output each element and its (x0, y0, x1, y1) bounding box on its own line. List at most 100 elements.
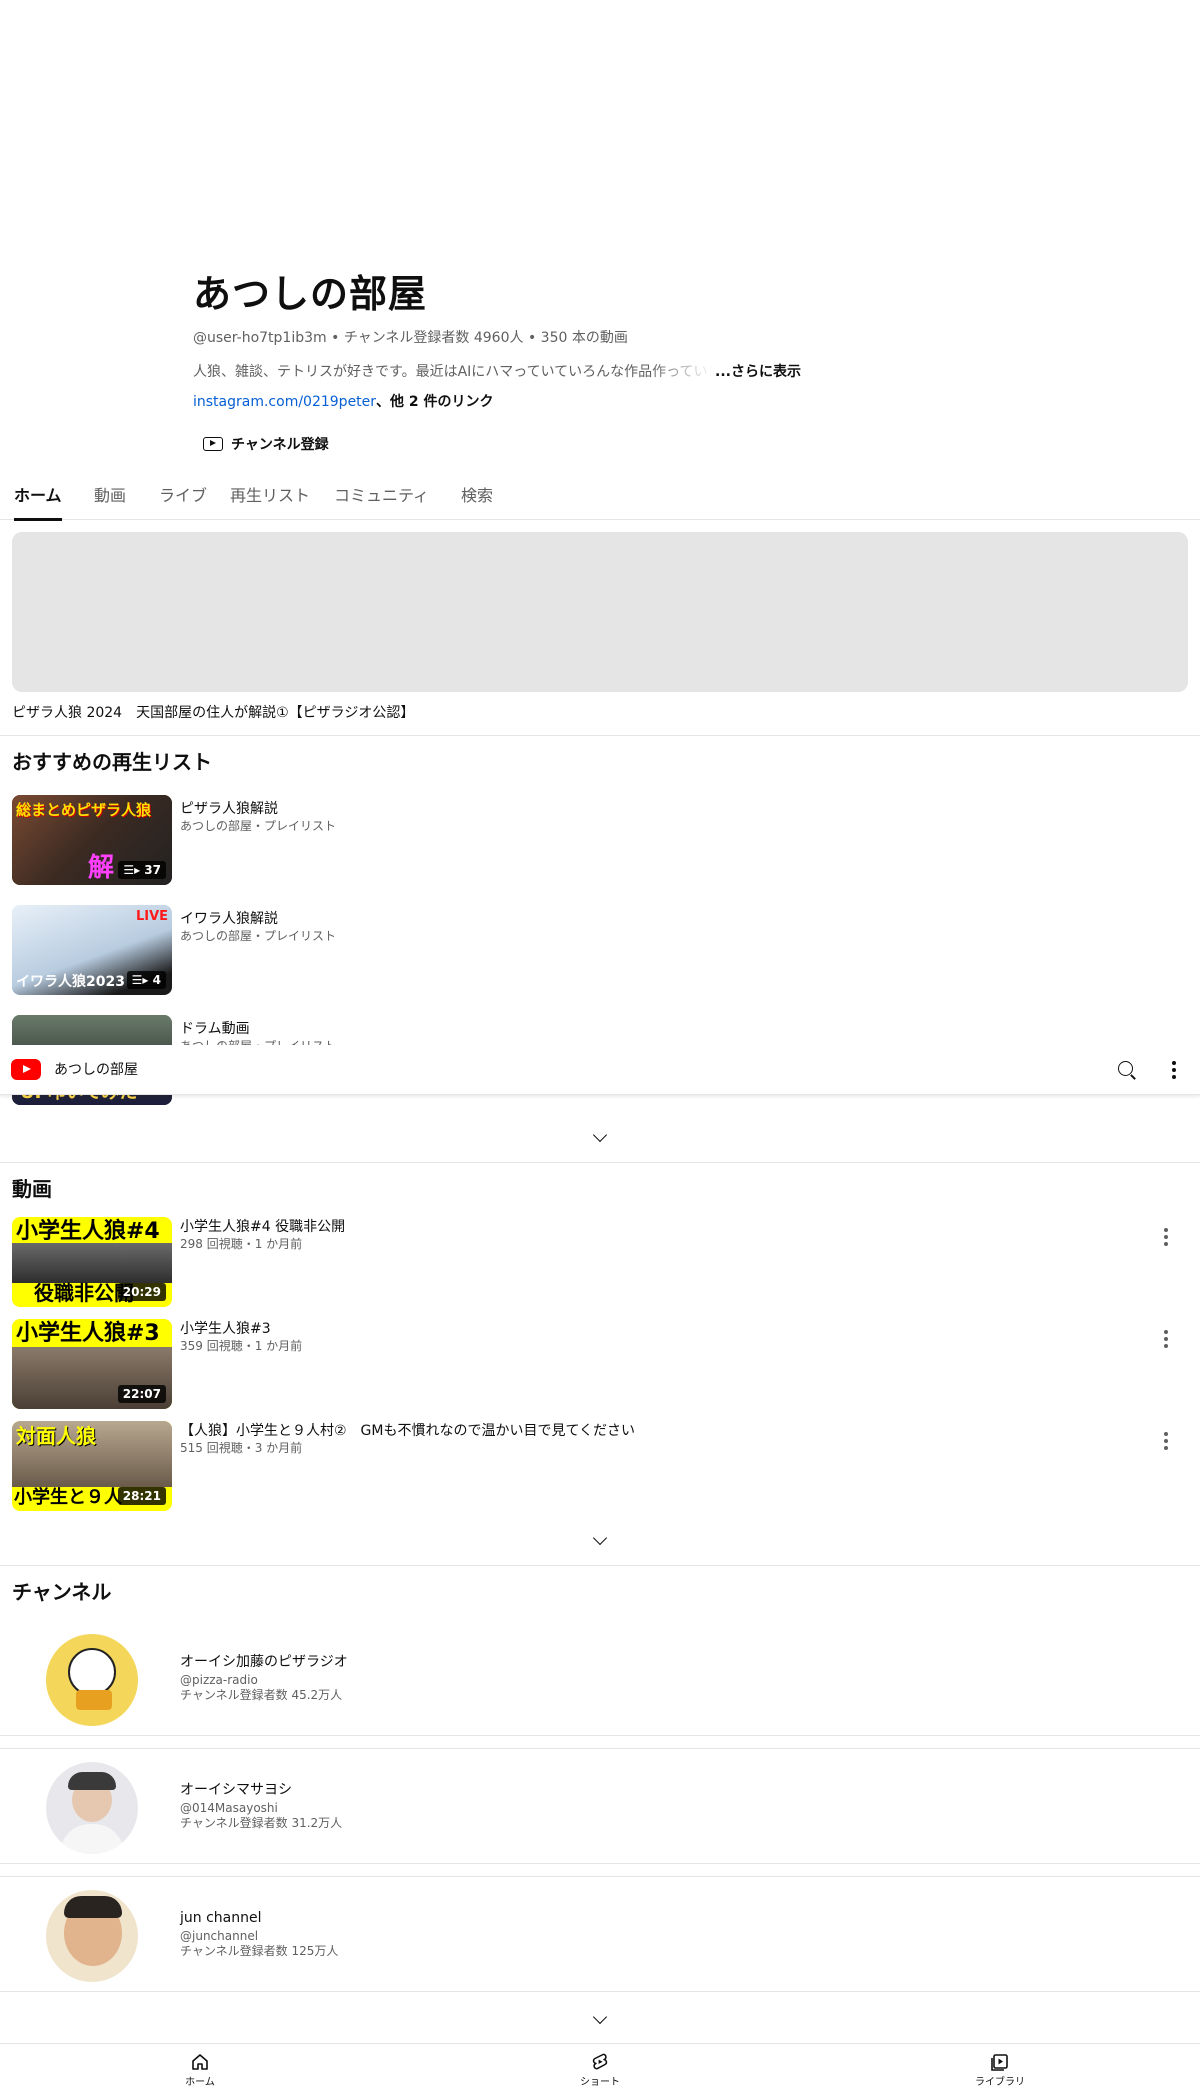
playlist-count: 4 (152, 973, 161, 987)
bottom-navigation: ホーム ショート ライブラリ (0, 2043, 1200, 2094)
tab-live[interactable]: ライブ (159, 476, 207, 520)
video-duration: 20:29 (117, 1283, 166, 1301)
section-title-channels: チャンネル (12, 1580, 112, 1604)
divider (0, 1162, 1200, 1163)
thumbnail-caption: 総まとめピザラ人狼 (16, 801, 152, 819)
other-links[interactable]: 、他 2 件のリンク (376, 394, 494, 410)
thumbnail-caption: イワラ人狼2023 (16, 974, 125, 990)
video-more-vert-icon[interactable] (1160, 1225, 1172, 1249)
tab-videos[interactable]: 動画 (94, 476, 126, 520)
nav-home[interactable]: ホーム (140, 2044, 260, 2094)
tab-search[interactable]: 検索 (461, 476, 493, 520)
thumbnail-caption: 小学生人狼#3 (16, 1321, 160, 1346)
thumbnail-caption: 小学生人狼#4 (16, 1219, 160, 1244)
nav-library[interactable]: ライブラリ (940, 2044, 1060, 2094)
video-title[interactable]: 小学生人狼#3 (180, 1319, 271, 1339)
section-title-playlists: おすすめの再生リスト (12, 750, 212, 774)
live-badge: LIVE (136, 909, 169, 924)
avatar[interactable] (46, 1890, 138, 1982)
video-stats: 298 回視聴・1 か月前 (180, 1237, 303, 1251)
search-icon[interactable] (1116, 1059, 1138, 1081)
channel-description[interactable]: 人狼、雑談、テトリスが好きです。最近はAIにハマっていていろんな作品作っています… (193, 362, 1153, 382)
playlist-title[interactable]: ドラム動画 (180, 1019, 250, 1039)
playlist-count-badge: ☰▸ 4 (126, 971, 166, 989)
video-title[interactable]: 小学生人狼#4 役職非公開 (180, 1217, 345, 1237)
playlist-title[interactable]: ピザラ人狼解説 (180, 799, 278, 819)
playlist-subtitle: あつしの部屋・プレイリスト (180, 819, 337, 833)
video-thumbnail[interactable]: 対面人狼 小学生と９人 28:21 (12, 1421, 172, 1511)
playlist-count-badge: ☰▸ 37 (118, 861, 166, 879)
show-more-link[interactable]: ...さらに表示 (715, 362, 801, 382)
expand-channels-chevron-down-icon[interactable] (590, 2010, 610, 2030)
video-stats: 359 回視聴・1 か月前 (180, 1339, 303, 1353)
channel-handle: @junchannel (180, 1929, 259, 1943)
channel-name[interactable]: オーイシ加藤のピザラジオ (180, 1652, 348, 1672)
video-duration: 22:07 (117, 1385, 166, 1403)
channel-title: あつしの部屋 (193, 272, 428, 316)
youtube-play-icon (203, 437, 223, 451)
thumbnail-caption: 小学生と９人 (14, 1487, 122, 1508)
nav-shorts[interactable]: ショート (540, 2044, 660, 2094)
divider (0, 1565, 1200, 1566)
avatar-illustration (68, 1648, 116, 1696)
channel-subscribers: チャンネル登録者数 31.2万人 (180, 1816, 343, 1830)
playlist-thumbnail[interactable]: 総まとめピザラ人狼 解 ☰▸ 37 (12, 795, 172, 885)
playlist-count: 37 (144, 863, 161, 877)
channel-tabs: ホーム 動画 ライブ 再生リスト コミュニティ 検索 (0, 476, 1200, 521)
sticky-channel-title: あつしの部屋 (54, 1062, 138, 1078)
expand-playlists-chevron-down-icon[interactable] (590, 1128, 610, 1148)
library-icon (991, 2054, 1008, 2071)
channel-handle: @pizza-radio (180, 1673, 258, 1687)
subscriber-count: チャンネル登録者数 4960人 (343, 330, 524, 346)
video-more-vert-icon[interactable] (1160, 1327, 1172, 1351)
avatar-illustration (60, 1824, 124, 1854)
avatar-illustration (76, 1690, 112, 1710)
channel-subscribers: チャンネル登録者数 45.2万人 (180, 1688, 343, 1702)
row-divider (0, 1863, 1200, 1877)
divider (0, 735, 1200, 736)
channel-links: instagram.com/0219peter、他 2 件のリンク (193, 392, 1153, 412)
featured-video-player[interactable] (12, 532, 1188, 692)
avatar[interactable] (46, 1762, 138, 1854)
video-thumbnail[interactable]: 小学生人狼#3 22:07 (12, 1319, 172, 1409)
video-thumbnail[interactable]: 小学生人狼#4 役職非公開 20:29 (12, 1217, 172, 1307)
video-duration: 28:21 (117, 1487, 166, 1505)
instagram-link[interactable]: instagram.com/0219peter (193, 394, 376, 410)
channel-name[interactable]: オーイシマサヨシ (180, 1780, 292, 1800)
playlist-title[interactable]: イワラ人狼解説 (180, 909, 278, 929)
channel-meta: @user-ho7tp1ib3m • チャンネル登録者数 4960人 • 350… (193, 328, 1153, 348)
subscribe-button[interactable]: チャンネル登録 (203, 430, 329, 458)
channel-handle: @014Masayoshi (180, 1801, 278, 1815)
thumbnail-image (12, 1243, 172, 1283)
sticky-channel-bar: あつしの部屋 (0, 1045, 1200, 1095)
tab-playlists[interactable]: 再生リスト (230, 476, 310, 520)
tab-community[interactable]: コミュニティ (334, 476, 429, 520)
nav-label: ライブラリ (975, 2077, 1025, 2088)
tab-home[interactable]: ホーム (14, 476, 62, 521)
video-stats: 515 回視聴・3 か月前 (180, 1441, 303, 1455)
channel-name[interactable]: jun channel (180, 1908, 261, 1928)
video-title[interactable]: 【人狼】小学生と９人村② GMも不慣れなので温かい目で見てください (180, 1421, 635, 1441)
description-text: 人狼、雑談、テトリスが好きです。最近はAIにハマっていていろんな作品作っています (193, 364, 713, 380)
more-vert-icon[interactable] (1168, 1058, 1180, 1082)
avatar-illustration (68, 1772, 116, 1790)
playlist-thumbnail[interactable]: LIVE イワラ人狼2023 ☰▸ 4 (12, 905, 172, 995)
section-title-videos: 動画 (12, 1177, 52, 1201)
channel-subscribers: チャンネル登録者数 125万人 (180, 1944, 339, 1958)
avatar[interactable] (46, 1634, 138, 1726)
expand-videos-chevron-down-icon[interactable] (590, 1531, 610, 1551)
channel-handle: @user-ho7tp1ib3m (193, 330, 327, 346)
meta-separator: • (523, 330, 541, 346)
video-more-vert-icon[interactable] (1160, 1429, 1172, 1453)
thumbnail-caption: 対面人狼 (16, 1424, 96, 1448)
featured-video-title[interactable]: ピザラ人狼 2024 天国部屋の住人が解説①【ピザラジオ公認】 (12, 702, 414, 724)
youtube-logo-icon[interactable] (11, 1059, 41, 1080)
meta-separator: • (326, 330, 344, 346)
nav-label: ショート (580, 2077, 620, 2088)
row-divider (0, 1735, 1200, 1749)
video-count: 350 本の動画 (540, 330, 628, 346)
channel-banner-area (0, 0, 1200, 260)
home-icon (192, 2054, 208, 2070)
playlist-subtitle: あつしの部屋・プレイリスト (180, 929, 337, 943)
channel-header: あつしの部屋 @user-ho7tp1ib3m • チャンネル登録者数 4960… (193, 270, 1153, 458)
